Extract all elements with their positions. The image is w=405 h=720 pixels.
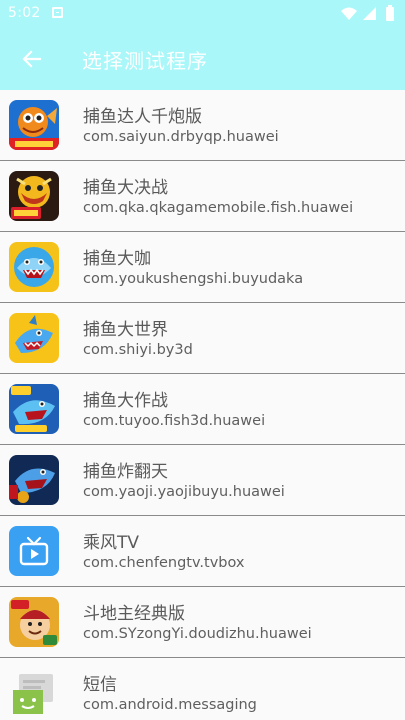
status-icons [341,5,394,21]
app-name: 捕鱼大决战 [83,178,168,198]
card-game-icon [9,597,59,647]
status-time: 5:02 [8,5,41,21]
shark-game-icon [9,313,59,363]
app-name: 捕鱼大作战 [83,391,168,411]
battery-icon [386,7,394,21]
app-package: com.shiyi.by3d [83,342,193,358]
back-arrow-icon [22,50,42,68]
app-package: com.youkushengshi.buyudaka [83,271,304,287]
list-item[interactable]: 短信 com.android.messaging [0,658,405,720]
list-item[interactable]: 捕鱼大作战 com.tuyoo.fish3d.huawei [0,374,405,445]
app-package: com.chenfengtv.tvbox [83,555,245,571]
toolbar: 选择测试程序 [0,28,405,90]
fish-game-icon [9,171,59,221]
list-item[interactable]: 乘风TV com.chenfengtv.tvbox [0,516,405,587]
app-name: 短信 [83,675,117,695]
list-item[interactable]: 捕鱼大世界 com.shiyi.by3d [0,303,405,374]
wifi-icon [341,7,357,20]
app-name: 乘风TV [83,533,140,553]
app-name: 捕鱼炸翻天 [83,462,168,482]
list-item[interactable]: 斗地主经典版 com.SYzongYi.doudizhu.huawei [0,587,405,658]
app-name: 捕鱼大世界 [83,320,168,340]
app-package: com.saiyun.drbyqp.huawei [83,129,279,145]
app-name: 斗地主经典版 [83,604,185,624]
list-item[interactable]: 捕鱼炸翻天 com.yaoji.yaojibuyu.huawei [0,445,405,516]
app-name: 捕鱼大咖 [83,249,151,269]
tv-icon [9,526,59,576]
app-package: com.qka.qkagamemobile.fish.huawei [83,200,354,216]
fish-game-icon [9,100,59,150]
shark-game-icon [9,455,59,505]
app-name: 捕鱼达人千炮版 [83,107,202,127]
page-title: 选择测试程序 [82,49,208,73]
notification-icon [52,7,63,18]
shark-game-icon [9,242,59,292]
app-list: 捕鱼达人千炮版 com.saiyun.drbyqp.huawei 捕鱼大决战 c… [0,90,405,720]
messaging-icon [9,668,59,718]
app-package: com.android.messaging [83,697,257,713]
list-item[interactable]: 捕鱼达人千炮版 com.saiyun.drbyqp.huawei [0,90,405,161]
shark-game-icon [9,384,59,434]
signal-icon [363,7,376,20]
status-bar: 5:02 [0,0,405,28]
list-item[interactable]: 捕鱼大决战 com.qka.qkagamemobile.fish.huawei [0,161,405,232]
app-package: com.yaoji.yaojibuyu.huawei [83,484,285,500]
app-package: com.tuyoo.fish3d.huawei [83,413,266,429]
back-button[interactable] [14,41,50,77]
app-package: com.SYzongYi.doudizhu.huawei [83,626,312,642]
list-item[interactable]: 捕鱼大咖 com.youkushengshi.buyudaka [0,232,405,303]
app-header: 5:02 选择测试程序 [0,0,405,90]
